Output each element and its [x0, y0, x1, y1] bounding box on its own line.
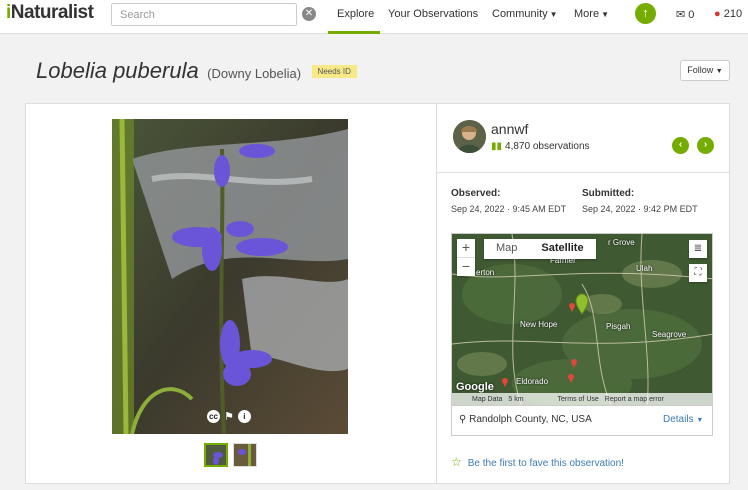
thumbnail-image [206, 445, 226, 465]
map-type-toggle: Map Satellite [484, 239, 596, 259]
zoom-out-button[interactable]: − [457, 258, 475, 276]
observation-photo[interactable] [112, 119, 348, 434]
previous-observation-button[interactable]: ‹ [672, 137, 689, 154]
submitted-label: Submitted: [582, 188, 635, 199]
fave-link[interactable]: ☆ Be the first to fave this observation! [451, 455, 624, 469]
quality-grade-badge: Needs ID [311, 65, 357, 78]
map-label: Pisgah [606, 322, 631, 331]
next-observation-button[interactable]: › [697, 137, 714, 154]
nav-community[interactable]: Community ▼ [492, 8, 558, 20]
messages-button[interactable]: ✉ 0 [676, 8, 694, 21]
submitted-date: Sep 24, 2022 · 9:42 PM EDT [582, 204, 698, 214]
binoculars-icon: ▮▮ [491, 141, 503, 152]
follow-button[interactable]: Follow ▼ [680, 60, 730, 81]
active-tab-indicator [328, 31, 380, 34]
location-details-button[interactable]: Details ▼ [663, 414, 703, 425]
nav-your-observations[interactable]: Your Observations [388, 8, 478, 20]
map-label: erton [476, 268, 495, 277]
location-text: ⚲ Randolph County, NC, USA [459, 414, 592, 425]
report-error-link[interactable]: Report a map error [605, 396, 664, 403]
photo-overlay-controls: cc ⚑ i [207, 410, 251, 423]
flag-icon[interactable]: ⚑ [224, 410, 234, 423]
layers-icon[interactable]: ≣ [689, 240, 707, 258]
map-attribution: Map Data 5 km Terms of Use Report a map … [452, 393, 712, 405]
page-title: Lobelia puberula (Downy Lobelia) Needs I… [36, 58, 357, 84]
clear-search-icon[interactable]: ✕ [302, 7, 316, 21]
map-data-link[interactable]: Map Data [472, 396, 502, 403]
fullscreen-icon[interactable]: ⛶ [689, 264, 707, 282]
map-scale: 5 km [508, 396, 524, 403]
observation-map[interactable]: New Hope Pisgah Seagrove Eldorado Ulah F… [451, 233, 713, 406]
photo-thumbnail-2[interactable] [233, 443, 257, 467]
observer-observation-count[interactable]: ▮▮ 4,870 observations [491, 141, 590, 152]
map-zoom-controls: + − [457, 239, 475, 276]
common-name: (Downy Lobelia) [207, 66, 302, 81]
section-divider [437, 172, 729, 173]
zoom-in-button[interactable]: + [457, 239, 475, 257]
thumbnail-image [234, 444, 256, 466]
chevron-down-icon: ▼ [696, 417, 704, 424]
column-divider [436, 104, 437, 483]
scientific-name[interactable]: Lobelia puberula [36, 58, 199, 83]
notifications-button[interactable]: ● 210 [714, 8, 742, 20]
map-label: Eldorado [516, 377, 549, 386]
search-input[interactable] [111, 3, 297, 26]
avatar[interactable] [453, 120, 486, 153]
chevron-down-icon: ▼ [601, 10, 609, 19]
nav-more[interactable]: More ▼ [574, 8, 609, 20]
map-pin-icon: ⚲ [459, 414, 467, 425]
observed-date: Sep 24, 2022 · 9:45 AM EDT [451, 204, 567, 214]
speech-bubble-icon: ● [714, 8, 721, 20]
chevron-right-icon: › [703, 139, 708, 150]
terms-link[interactable]: Terms of Use [558, 396, 599, 403]
observer-username[interactable]: annwf [491, 121, 528, 137]
map-type-satellite-tab[interactable]: Satellite [529, 239, 595, 259]
chevron-left-icon: ‹ [678, 139, 683, 150]
info-icon[interactable]: i [237, 410, 251, 423]
cc-license-icon[interactable]: cc [207, 410, 220, 423]
envelope-icon: ✉ [676, 9, 686, 21]
top-navigation: iNaturalist ✕ Explore Your Observations … [0, 0, 748, 34]
map-label: New Hope [520, 320, 558, 329]
nav-explore[interactable]: Explore [337, 8, 374, 20]
map-type-map-tab[interactable]: Map [484, 239, 529, 259]
photo-thumbnail-1[interactable] [204, 443, 228, 467]
map-label: r Grove [608, 238, 635, 247]
star-icon: ☆ [451, 455, 462, 469]
upload-icon[interactable]: ↑ [635, 3, 656, 24]
observed-label: Observed: [451, 188, 501, 199]
user-avatar-image [453, 120, 486, 153]
inaturalist-logo[interactable]: iNaturalist [6, 2, 94, 24]
chevron-down-icon: ▼ [549, 10, 558, 19]
google-logo: Google [456, 381, 494, 393]
chevron-down-icon: ▼ [715, 68, 723, 75]
lobelia-photo-image [112, 119, 348, 434]
map-label: Seagrove [652, 330, 687, 339]
map-label: Ulah [636, 264, 653, 273]
